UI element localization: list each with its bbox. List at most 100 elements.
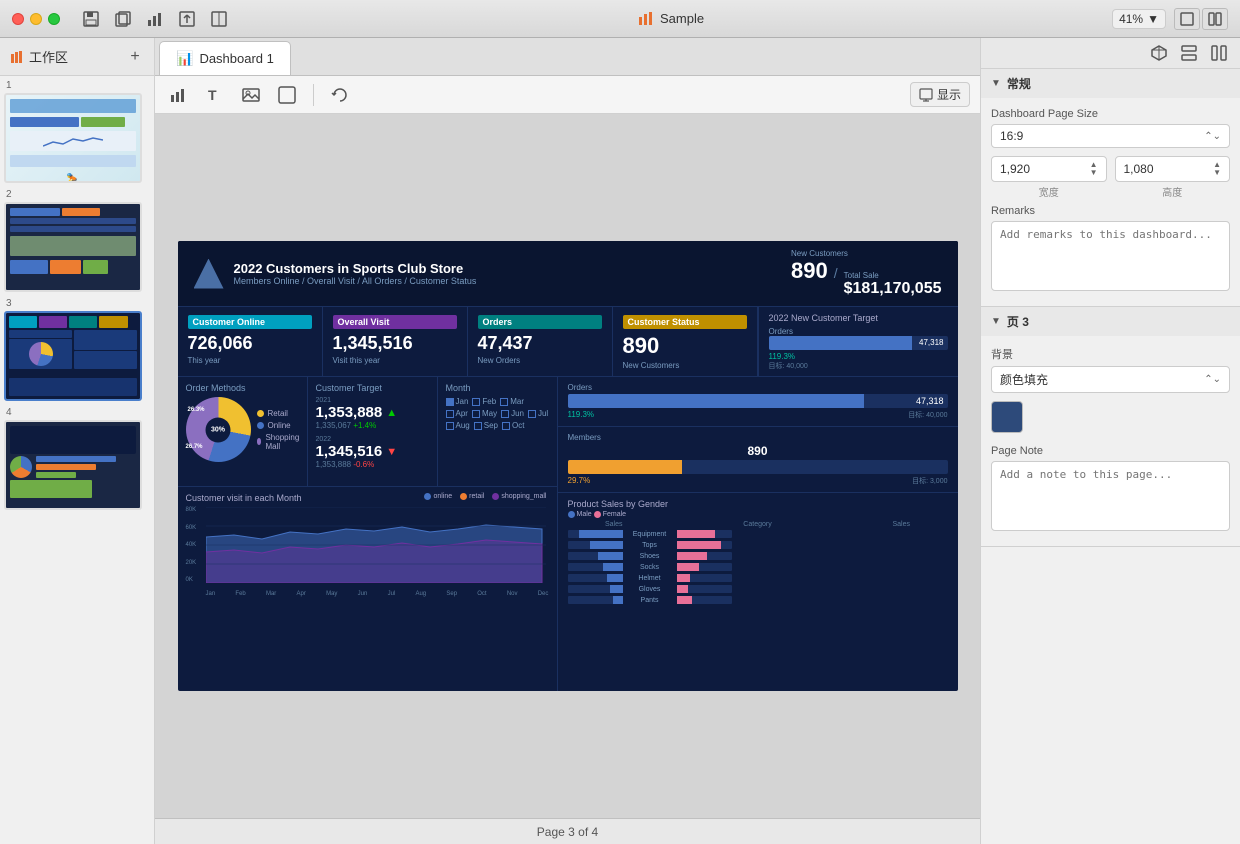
text-tool-button[interactable]: T: [201, 81, 229, 109]
month-list: Jan Feb Mar Apr May Jun Jul Aug Sep Oc: [446, 397, 549, 430]
add-page-button[interactable]: +: [126, 48, 144, 66]
legend-shopping-mall: Shopping Mall: [257, 433, 302, 451]
orders-bar-fill: [769, 336, 912, 350]
shape-tool-button[interactable]: [273, 81, 301, 109]
month-oct: Oct: [502, 421, 524, 430]
height-field-wrap: 1,080 ▲ ▼ 高度: [1115, 156, 1231, 199]
image-tool-button[interactable]: [237, 81, 265, 109]
ps-headers: Sales Category Sales: [568, 521, 948, 528]
row-helmet: Helmet: [568, 574, 948, 582]
height-field[interactable]: 1,080 ▲ ▼: [1115, 156, 1231, 182]
zoom-selector[interactable]: 41% ▼: [1112, 9, 1166, 29]
width-value: 1,920: [1000, 162, 1030, 176]
order-methods-legend: Retail Online Shopping Mall: [257, 409, 302, 451]
page-indicator: Page 3 of 4: [537, 825, 598, 839]
svg-text:T: T: [208, 87, 217, 103]
right-panel: ▼ 常规 Dashboard Page Size 16:9 ⌃⌄ 1,920 ▲: [980, 38, 1240, 844]
kpi-customer-status-sub: New Customers: [623, 361, 747, 370]
width-stepper[interactable]: ▲ ▼: [1090, 161, 1098, 177]
tab-bar: 📊 Dashboard 1: [155, 38, 980, 76]
color-swatch[interactable]: [991, 401, 1023, 433]
page-note-textarea[interactable]: [991, 461, 1230, 531]
area-chart-container: 80K 60K 40K 20K 0K: [186, 507, 549, 597]
page-item-3[interactable]: 3: [4, 298, 150, 401]
kpi-orders-title: Orders: [478, 315, 602, 329]
page-number-1: 1: [4, 80, 150, 91]
width-field[interactable]: 1,920 ▲ ▼: [991, 156, 1107, 182]
db-header-left: 2022 Customers in Sports Club Store Memb…: [194, 259, 477, 289]
sidebar-header: 工作区 +: [0, 38, 154, 76]
right-section-page3: ▼ 页 3 背景 颜色填充 ⌃⌄ Page Note: [981, 307, 1240, 547]
butterfly-chart: Equipment Tops: [568, 530, 948, 604]
tab-dashboard1[interactable]: 📊 Dashboard 1: [159, 41, 291, 75]
members-bar: [568, 460, 948, 474]
orders-label: Orders: [769, 327, 948, 336]
page-note-label: Page Note: [991, 445, 1230, 457]
bar-chart-tool-button[interactable]: [165, 81, 193, 109]
kpi-customer-status: Customer Status 890 New Customers: [613, 307, 758, 376]
row-pants: Pants: [568, 596, 948, 604]
month-aug: Aug: [446, 421, 470, 430]
zoom-arrow-icon: ▼: [1147, 12, 1159, 26]
remarks-textarea[interactable]: [991, 221, 1230, 291]
product-sales-title: Product Sales by Gender: [568, 499, 948, 509]
3d-cube-icon[interactable]: [1146, 42, 1172, 64]
row-gloves: Gloves: [568, 585, 948, 593]
width-down-icon[interactable]: ▼: [1090, 169, 1098, 177]
chart-icon[interactable]: [144, 8, 166, 30]
page-number-3: 3: [4, 298, 150, 309]
kpi-customer-status-title: Customer Status: [623, 315, 747, 329]
kpi-target-panel: 2022 New Customer Target Orders 47,318 1…: [758, 307, 958, 376]
month-feb: Feb: [472, 397, 496, 406]
db-total-sale-label: Total Sale: [844, 271, 942, 280]
members-value: 890: [568, 444, 948, 458]
view-split-icon[interactable]: [1202, 8, 1228, 30]
height-stepper[interactable]: ▲ ▼: [1213, 161, 1221, 177]
target-title: 2022 New Customer Target: [769, 313, 948, 323]
height-down-icon[interactable]: ▼: [1213, 169, 1221, 177]
customer-target-title: Customer Target: [316, 383, 429, 393]
minimize-button[interactable]: [30, 13, 42, 25]
export-icon[interactable]: [176, 8, 198, 30]
view-single-icon[interactable]: [1174, 8, 1200, 30]
maximize-button[interactable]: [48, 13, 60, 25]
page-thumbnail-3: [4, 311, 142, 401]
db-new-customers: New Customers 890 / Total Sale $181,170,…: [791, 249, 941, 298]
right-section-general: ▼ 常规 Dashboard Page Size 16:9 ⌃⌄ 1,920 ▲: [981, 69, 1240, 307]
background-select[interactable]: 颜色填充 ⌃⌄: [991, 366, 1230, 393]
page-thumbnail-2: [4, 202, 142, 292]
layout-icon[interactable]: [208, 8, 230, 30]
toolbar-separator: [313, 84, 314, 106]
tab-label: Dashboard 1: [199, 51, 273, 66]
display-button[interactable]: 显示: [910, 82, 970, 107]
app-title: Sample: [660, 11, 704, 26]
customer-target-panel: Customer Target 2021 1,353,888 ▲ 1,335,0…: [308, 377, 438, 486]
close-button[interactable]: [12, 13, 24, 25]
new-customer-orders-panel: Orders 47,318 119.3% 目标: 40,000: [558, 377, 958, 427]
db-new-customers-value: 890: [791, 258, 828, 284]
row-tops: Tops: [568, 541, 948, 549]
layout-rows-icon[interactable]: [1176, 42, 1202, 64]
page-item-4[interactable]: 4: [4, 407, 150, 510]
dashboard: 2022 Customers in Sports Club Store Memb…: [178, 241, 958, 691]
db-title: 2022 Customers in Sports Club Store: [234, 261, 477, 276]
copy-icon[interactable]: [112, 8, 134, 30]
save-icon[interactable]: [80, 8, 102, 30]
product-sales-panel: Product Sales by Gender Male Female Sale…: [558, 493, 958, 691]
canvas-toolbar: T 显示: [155, 76, 980, 114]
kpi-customer-status-value: 890: [623, 333, 747, 359]
ct-2022-block: 2022 1,345,516 ▼ 1,353,888 -0.6%: [316, 436, 429, 469]
refresh-button[interactable]: [326, 81, 354, 109]
month-apr: Apr: [446, 409, 468, 418]
page-size-select[interactable]: 16:9 ⌃⌄: [991, 124, 1230, 148]
page-size-label: Dashboard Page Size: [991, 108, 1230, 120]
month-sep: Sep: [474, 421, 498, 430]
page-item-2[interactable]: 2: [4, 189, 150, 292]
members-goal: 目标: 3,000: [912, 476, 947, 486]
bg-select-arrow-icon: ⌃⌄: [1204, 374, 1221, 385]
page-item-1[interactable]: 1 🚴: [4, 80, 150, 183]
canvas-area[interactable]: 2022 Customers in Sports Club Store Memb…: [155, 114, 980, 818]
layout-columns-icon[interactable]: [1206, 42, 1232, 64]
members-pct: 29.7%: [568, 476, 591, 486]
right-section-page3-body: 背景 颜色填充 ⌃⌄ Page Note: [981, 336, 1240, 546]
